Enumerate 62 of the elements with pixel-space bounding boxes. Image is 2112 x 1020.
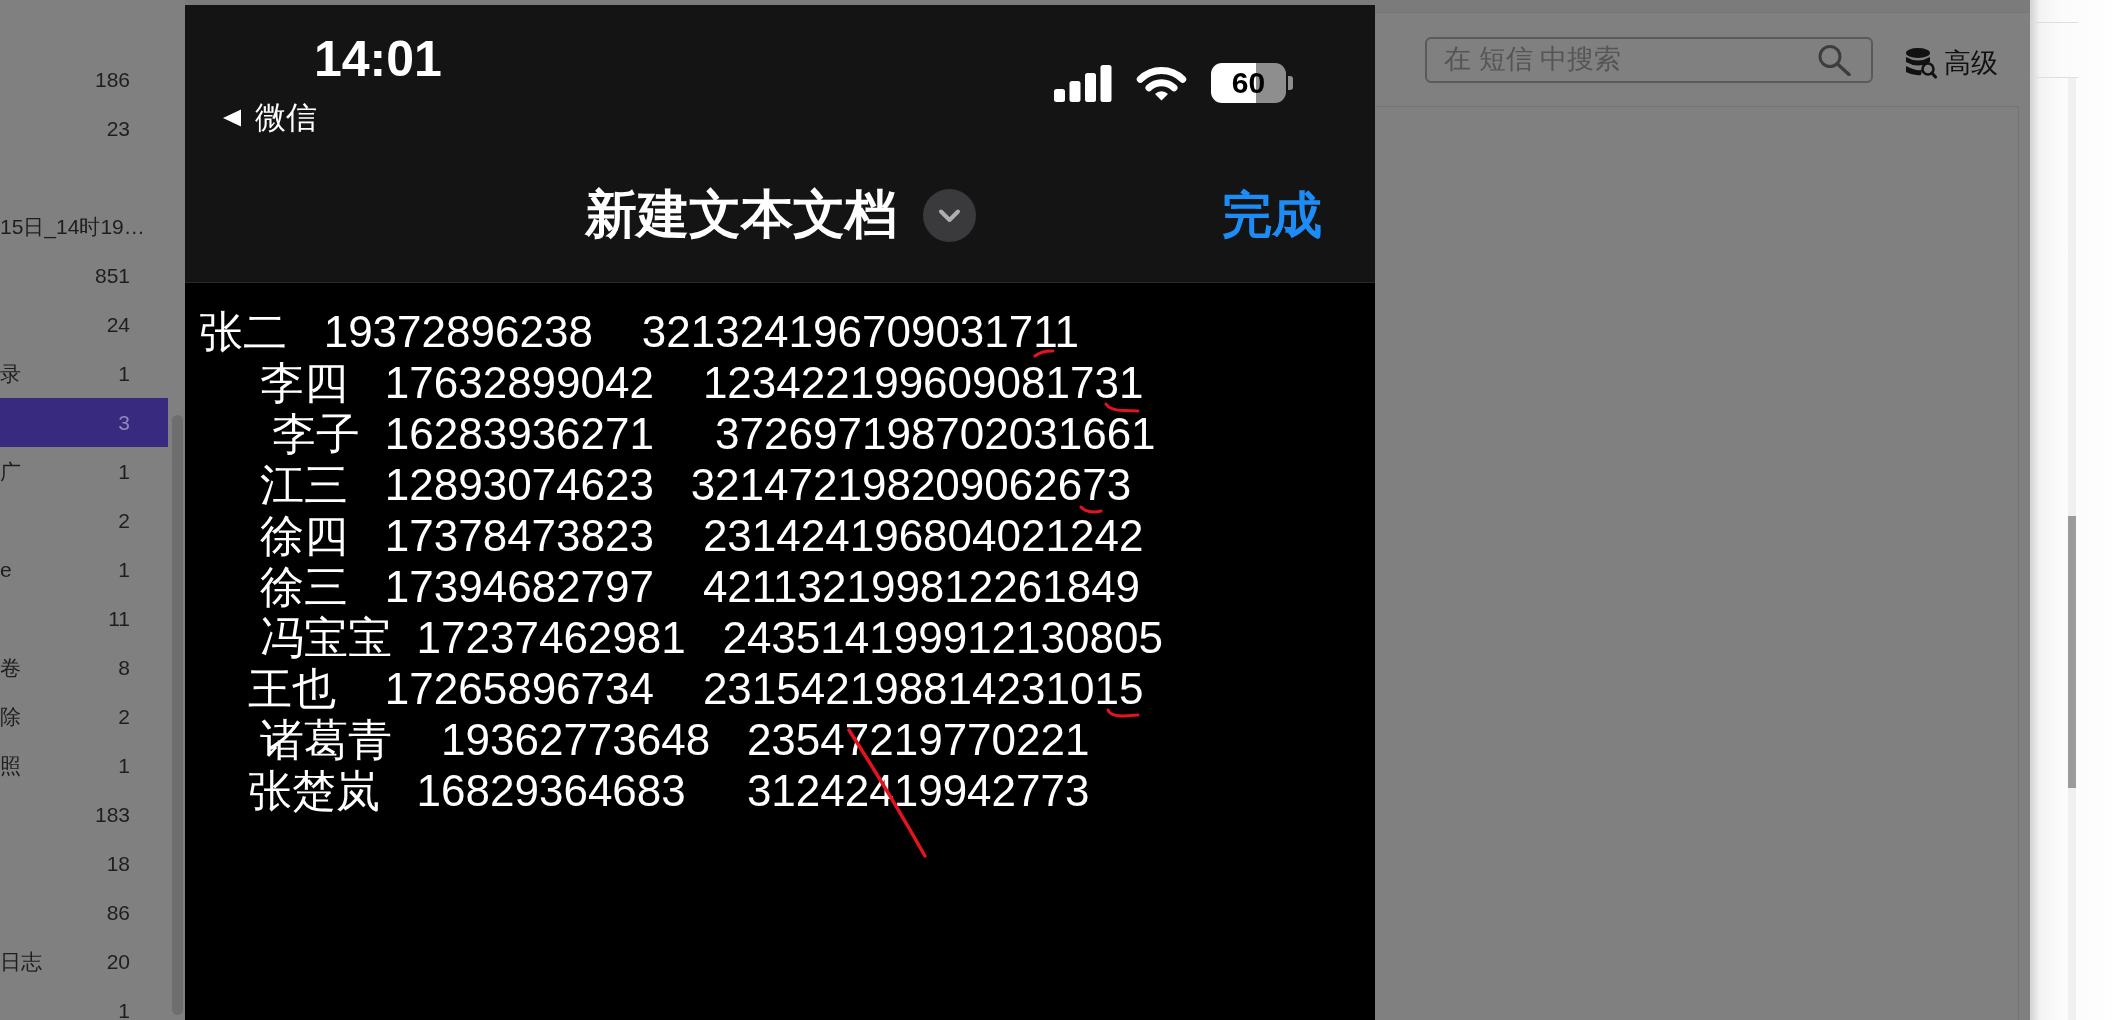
sidebar-item[interactable]: 183 bbox=[0, 790, 168, 839]
sidebar-item[interactable]: 3 bbox=[0, 398, 168, 447]
document-line: 江三 12893074623 321472198209062673 bbox=[260, 465, 1132, 505]
sidebar-item[interactable]: 日志 20 bbox=[0, 937, 168, 986]
sidebar-item[interactable]: 18 bbox=[0, 839, 168, 888]
pen-underline-mark bbox=[1104, 402, 1141, 413]
item-count: 18 bbox=[106, 851, 130, 876]
search-icon[interactable] bbox=[1817, 43, 1851, 76]
item-count: 2 bbox=[118, 704, 130, 729]
item-count: 1 bbox=[118, 753, 130, 778]
chevron-down-icon[interactable] bbox=[922, 188, 976, 242]
document-line: 王也 17265896734 231542198814231015 bbox=[247, 669, 1144, 709]
wifi-icon bbox=[1135, 65, 1188, 101]
pen-underline-mark bbox=[1079, 505, 1104, 515]
document-line: 徐四 17378473823 231424196804021242 bbox=[260, 516, 1144, 556]
done-button[interactable]: 完成 bbox=[1222, 181, 1322, 249]
sidebar-item[interactable]: e 1 bbox=[0, 545, 168, 594]
sidebar-item[interactable]: 15日_14时19… bbox=[0, 202, 168, 251]
document-line: 李四 17632899042 123422199609081731 bbox=[260, 363, 1144, 403]
status-time: 14:01 bbox=[314, 30, 442, 89]
item-count: 851 bbox=[94, 263, 130, 288]
back-button[interactable]: 微信 bbox=[222, 100, 317, 136]
sidebar-item[interactable]: 23 bbox=[0, 104, 168, 153]
document-title: 新建文本文档 bbox=[584, 184, 897, 245]
item-count: 2 bbox=[118, 508, 130, 533]
sidebar-item[interactable]: 卷 8 bbox=[0, 643, 168, 692]
item-count: 1 bbox=[118, 361, 130, 386]
item-count: 1 bbox=[118, 459, 130, 484]
item-count: 23 bbox=[106, 116, 130, 141]
document-line: 徐三 17394682797 421132199812261849 bbox=[260, 567, 1141, 607]
sidebar-item[interactable]: 1 bbox=[0, 986, 168, 1020]
sidebar-item[interactable]: 24 bbox=[0, 300, 168, 349]
item-count: 1 bbox=[118, 557, 130, 582]
scrollbar-track[interactable] bbox=[2068, 78, 2076, 1020]
document-line: 冯宝宝 17237462981 243514199912130805 bbox=[260, 618, 1163, 658]
item-count: 20 bbox=[106, 949, 130, 974]
sidebar-item[interactable]: 除 2 bbox=[0, 692, 168, 741]
sidebar-item[interactable]: 照 1 bbox=[0, 741, 168, 790]
sidebar-item[interactable]: 186 bbox=[0, 55, 168, 104]
advanced-search-button[interactable]: 高级 bbox=[1905, 44, 1998, 81]
item-count: 8 bbox=[118, 655, 130, 680]
back-icon bbox=[222, 109, 242, 127]
item-count: 3 bbox=[118, 410, 130, 435]
item-count: 183 bbox=[94, 802, 130, 827]
signal-icon bbox=[1054, 64, 1112, 102]
item-count: 1 bbox=[118, 998, 130, 1020]
pen-underline-mark bbox=[1106, 708, 1141, 718]
sidebar-item[interactable]: 录 1 bbox=[0, 349, 168, 398]
database-search-icon bbox=[1905, 46, 1937, 79]
scrollbar-thumb[interactable] bbox=[2068, 516, 2076, 788]
document-line: 张二 19372896238 321324196709031711 bbox=[199, 312, 1079, 352]
sidebar-item[interactable]: 2 bbox=[0, 496, 168, 545]
item-count: 86 bbox=[106, 900, 130, 925]
sidebar-item[interactable]: 851 bbox=[0, 251, 168, 300]
sidebar-item[interactable]: 11 bbox=[0, 594, 168, 643]
item-count: 11 bbox=[108, 606, 130, 631]
item-count: 24 bbox=[106, 312, 130, 337]
item-count: 186 bbox=[94, 67, 130, 92]
sidebar-item[interactable]: 广 1 bbox=[0, 447, 168, 496]
sidebar-item[interactable]: 86 bbox=[0, 888, 168, 937]
pen-underline-mark bbox=[1032, 349, 1055, 358]
document-line: 李子 16283936271 372697198702031661 bbox=[272, 414, 1156, 454]
